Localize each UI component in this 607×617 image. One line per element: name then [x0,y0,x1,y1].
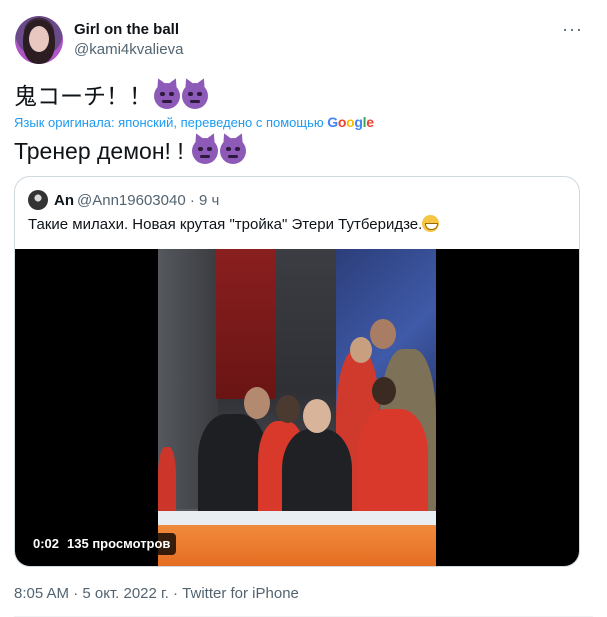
google-logo: Google [327,114,374,130]
video-views: 135 просмотров [67,536,171,551]
original-text: 鬼コーチ！！ [14,83,152,109]
quoted-author-name[interactable]: An [54,192,74,209]
tweet: Girl on the ball @kami4kvalieva ··· 鬼コーチ… [0,0,607,617]
quoted-text: Такие милахи. Новая крутая "тройка" Этер… [28,215,440,233]
smiling-imp-emoji [154,83,180,109]
video-time-badge: 0:02 135 просмотров [27,533,177,555]
video-frame [158,249,436,566]
smiling-imp-emoji [182,83,208,109]
quoted-author-avatar[interactable] [28,190,48,210]
grinning-face-emoji [422,215,440,232]
more-horizontal-icon[interactable]: ··· [562,20,583,38]
video-elapsed: 0:02 [33,536,60,551]
tweet-original-text: 鬼コーチ！！ [14,81,208,111]
quoted-tweet[interactable]: An @Ann19603040 · 9 ч Такие милахи. Нова… [14,176,580,567]
quoted-author-handle-time[interactable]: @Ann19603040 · 9 ч [77,192,219,209]
tweet-translated-text: Тренер демон! ! [14,136,247,166]
smiling-imp-emoji [192,138,219,164]
smiling-imp-emoji [220,138,247,164]
tweet-meta[interactable]: 8:05 AM · 5 окт. 2022 г. · Twitter for i… [14,585,299,602]
translation-notice-text: Язык оригинала: японский, переведено с п… [14,115,324,130]
translation-notice[interactable]: Язык оригинала: японский, переведено с п… [14,114,374,130]
translated-text: Тренер демон! ! [14,138,184,164]
author-handle[interactable]: @kami4kvalieva [74,41,183,58]
author-name[interactable]: Girl on the ball [74,21,179,38]
video-player[interactable]: 0:02 135 просмотров [15,249,579,566]
author-avatar[interactable] [15,16,63,64]
